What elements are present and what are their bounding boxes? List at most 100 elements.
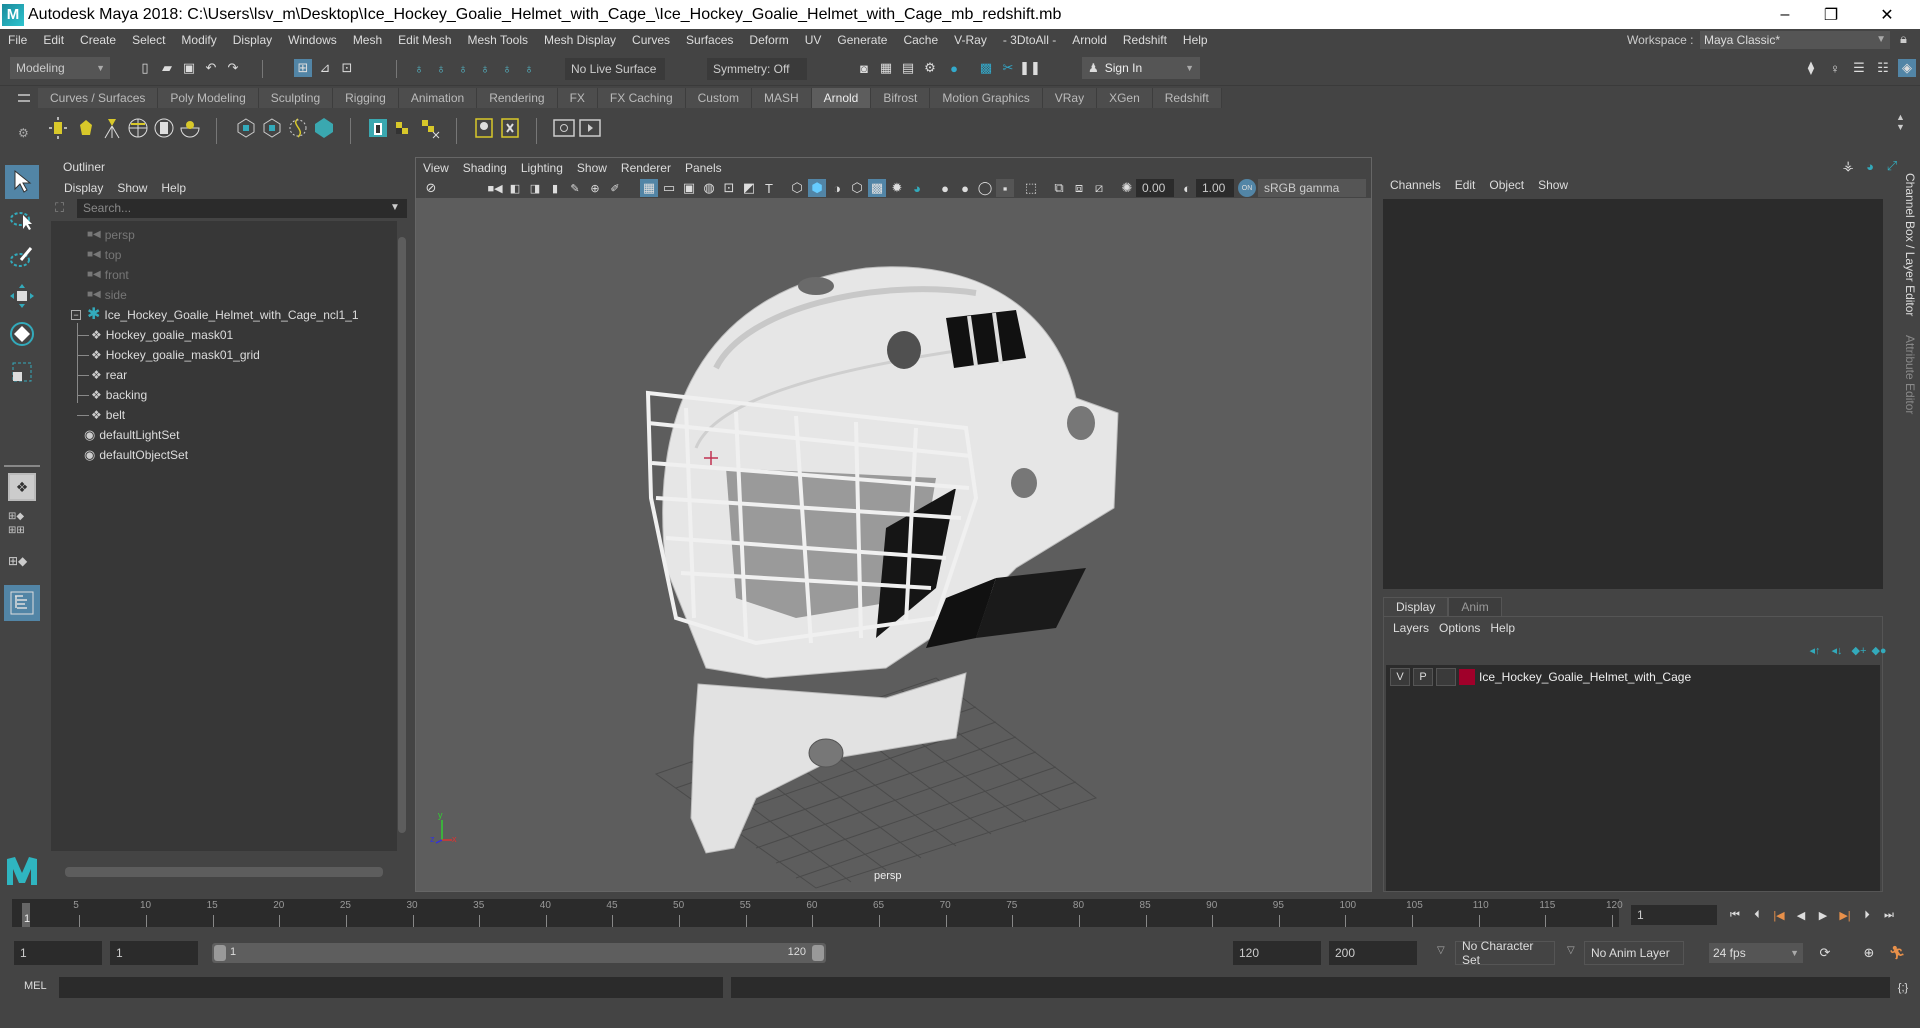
snap-component-icon[interactable]: ♁: [476, 59, 494, 77]
shelf-tab-rigging[interactable]: Rigging: [333, 88, 399, 108]
range-end-handle[interactable]: [812, 945, 824, 961]
menu-display[interactable]: Display: [225, 33, 280, 47]
workspace-select[interactable]: Maya Classic* ▼: [1700, 31, 1890, 49]
color-management-toggle[interactable]: ON: [1238, 179, 1256, 197]
motion-blur-icon[interactable]: ●: [956, 179, 974, 197]
end-time-field[interactable]: 200: [1329, 941, 1417, 965]
play-backwards-icon[interactable]: ◀: [1792, 906, 1810, 924]
open-scene-icon[interactable]: ▰: [158, 59, 176, 77]
manipulator-icon[interactable]: ⚶: [1839, 157, 1857, 175]
viewport-menu-lighting[interactable]: Lighting: [514, 158, 570, 178]
outliner-search-input[interactable]: Search...: [77, 199, 407, 218]
character-set-field[interactable]: No Character Set: [1455, 939, 1555, 967]
go-to-end-icon[interactable]: ⏭: [1880, 906, 1898, 924]
layer-row[interactable]: V P Ice_Hockey_Goalie_Helmet_with_Cage: [1386, 667, 1880, 687]
shelf-tab-vray[interactable]: VRay: [1042, 88, 1098, 108]
outliner-tab[interactable]: Outliner: [51, 157, 118, 177]
move-layer-up-icon[interactable]: ◂↑: [1806, 641, 1824, 659]
menu-mesh-tools[interactable]: Mesh Tools: [460, 33, 536, 47]
photometric-light-icon[interactable]: [100, 116, 124, 140]
render-icon[interactable]: ◙: [855, 59, 873, 77]
safe-action-icon[interactable]: ⊡: [720, 179, 738, 197]
wireframe-grid-icon[interactable]: ▦: [640, 179, 658, 197]
2d-pan-zoom-icon[interactable]: ▮: [546, 179, 564, 197]
mode-select[interactable]: Modeling ▼: [10, 57, 110, 79]
shelf-tab-fx[interactable]: FX: [557, 88, 598, 108]
shelf-tab-redshift[interactable]: Redshift: [1152, 88, 1222, 108]
snap-live-icon[interactable]: ♁: [520, 59, 538, 77]
light-manager-icon[interactable]: [498, 116, 522, 140]
bookmark-icon[interactable]: ◧: [506, 179, 524, 197]
menu-help[interactable]: Help: [1175, 33, 1216, 47]
outliner-item-top[interactable]: ■◀ top: [87, 245, 121, 265]
lock-icon[interactable]: 🔒︎: [1900, 31, 1907, 47]
depth-of-field-icon[interactable]: ▪: [996, 179, 1014, 197]
animation-preferences-icon[interactable]: 🏃︎: [1888, 944, 1906, 962]
snap-point-icon[interactable]: ♁: [454, 59, 472, 77]
persp-outliner-layout-icon[interactable]: ⊞◆: [8, 547, 36, 575]
move-layer-down-icon[interactable]: ◂↓: [1828, 641, 1846, 659]
camera-attributes-icon[interactable]: ■◀: [486, 179, 504, 197]
modeling-toolkit-icon[interactable]: ⧫: [1802, 59, 1820, 77]
shelf-tab-custom[interactable]: Custom: [685, 88, 752, 108]
shadows-icon[interactable]: ◕: [908, 179, 926, 197]
viewport-menu-renderer[interactable]: Renderer: [614, 158, 678, 178]
grease-pencil-icon[interactable]: ✎: [566, 179, 584, 197]
render-preview-icon[interactable]: [552, 116, 576, 140]
menu-surfaces[interactable]: Surfaces: [678, 33, 741, 47]
outliner-item-default-object-set[interactable]: ◉ defaultObjectSet: [84, 445, 188, 465]
resolution-gate-icon[interactable]: ▭: [660, 179, 678, 197]
snap-normal-icon[interactable]: ♁: [498, 59, 516, 77]
layer-playback-toggle[interactable]: P: [1413, 668, 1433, 686]
render-view-icon[interactable]: ▩: [977, 59, 995, 77]
viewport-menu-view[interactable]: View: [416, 158, 456, 178]
menu-redshift[interactable]: Redshift: [1115, 33, 1175, 47]
shelf-scroll-arrows[interactable]: ▲ ▼: [1896, 112, 1906, 132]
screen-space-ao-icon[interactable]: ●: [936, 179, 954, 197]
menu-windows[interactable]: Windows: [280, 33, 345, 47]
symmetry-field[interactable]: Symmetry: Off: [707, 58, 807, 80]
layer-menu-help[interactable]: Help: [1485, 619, 1520, 637]
grid-icon[interactable]: ⊕: [586, 179, 604, 197]
menu-vray[interactable]: V-Ray: [946, 33, 995, 47]
lights-icon[interactable]: ✹: [888, 179, 906, 197]
layer-menu-options[interactable]: Options: [1434, 619, 1485, 637]
layer-color-swatch[interactable]: [1459, 669, 1475, 685]
channel-box-toggle-icon[interactable]: ◈: [1898, 59, 1916, 77]
curve-collector-icon[interactable]: [286, 116, 310, 140]
shelf-tab-mash[interactable]: MASH: [751, 88, 812, 108]
chevron-down-icon[interactable]: ▽: [1437, 945, 1445, 956]
xgen-icon[interactable]: ✂: [999, 59, 1017, 77]
exposure-field[interactable]: 0.00: [1136, 179, 1174, 197]
wireframe-icon[interactable]: ⬡: [788, 179, 806, 197]
channelbox-menu-show[interactable]: Show: [1531, 175, 1575, 195]
image-plane-icon[interactable]: ◨: [526, 179, 544, 197]
outliner-menu-show[interactable]: Show: [110, 178, 154, 198]
playback-end-field[interactable]: 120: [1233, 941, 1321, 965]
speed-icon[interactable]: ◕: [1861, 157, 1879, 175]
light-editor-icon[interactable]: [472, 116, 496, 140]
standin-icon[interactable]: [234, 116, 258, 140]
time-slider-track[interactable]: 1 5 10 15 20 25 30 35 40 45 50 55 60 65 70 75 80 85 90 95 1…: [12, 899, 1623, 927]
four-view-icon[interactable]: ⊞◆ ⊞⊞: [8, 510, 36, 538]
shelf-settings-icon[interactable]: ⚙: [18, 126, 29, 140]
select-by-object-icon[interactable]: ⊿: [316, 59, 334, 77]
menu-file[interactable]: File: [0, 33, 35, 47]
shelf-tab-rendering[interactable]: Rendering: [477, 88, 558, 108]
skydome-light-icon[interactable]: [126, 116, 150, 140]
loop-icon[interactable]: ⟳: [1816, 944, 1834, 962]
maximize-button[interactable]: ❐: [1808, 0, 1854, 29]
filter-icon[interactable]: ⛶: [55, 200, 64, 216]
xray-active-icon[interactable]: ⧄: [1090, 179, 1108, 197]
close-button[interactable]: ✕: [1864, 0, 1910, 29]
field-chart-icon[interactable]: ◍: [700, 179, 718, 197]
range-start-handle[interactable]: [214, 945, 226, 961]
menu-mesh-display[interactable]: Mesh Display: [536, 33, 624, 47]
layer-name[interactable]: Ice_Hockey_Goalie_Helmet_with_Cage: [1479, 670, 1691, 684]
ipr-render-icon[interactable]: ▤: [899, 59, 917, 77]
new-scene-icon[interactable]: ▯: [136, 59, 154, 77]
new-layer-icon[interactable]: ◆+: [1850, 641, 1868, 659]
viewport-menu-shading[interactable]: Shading: [456, 158, 514, 178]
menu-modify[interactable]: Modify: [173, 33, 224, 47]
isolate-select-icon[interactable]: ⬚: [1022, 179, 1040, 197]
